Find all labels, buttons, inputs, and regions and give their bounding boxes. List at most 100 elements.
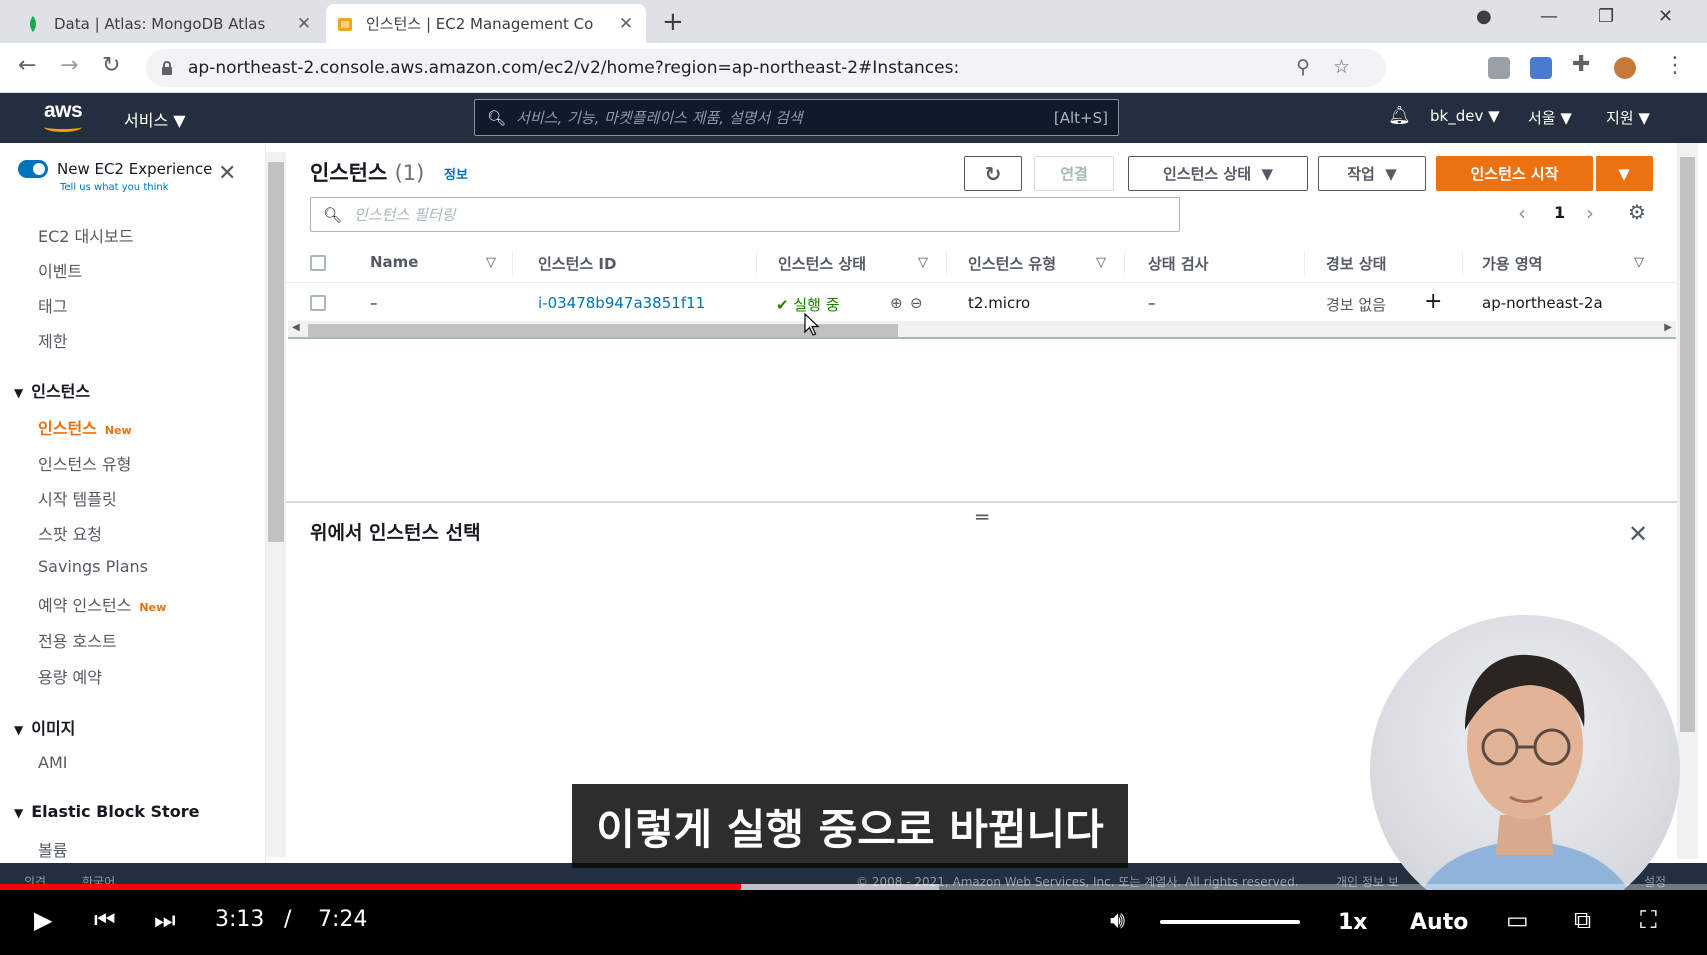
info-link[interactable]: 정보 — [444, 164, 468, 183]
launch-dropdown-button[interactable]: ▼ — [1595, 156, 1653, 191]
column-divider[interactable] — [1124, 251, 1125, 275]
services-menu[interactable]: 서비스 ▼ — [124, 107, 186, 131]
next-page-icon[interactable]: › — [1586, 201, 1594, 225]
new-experience-toggle[interactable] — [18, 160, 48, 178]
sidebar-item-reserved-instances[interactable]: 예약 인스턴스 New — [38, 592, 166, 616]
sidebar-item-launch-templates[interactable]: 시작 템플릿 — [38, 486, 117, 510]
zoom-out-icon[interactable]: ⊖ — [910, 294, 923, 312]
sidebar-item-limits[interactable]: 제한 — [38, 328, 67, 352]
sidebar-item-instance-types[interactable]: 인스턴스 유형 — [38, 451, 131, 475]
instance-state-button[interactable]: 인스턴스 상태 ▼ — [1128, 156, 1308, 191]
feedback-link[interactable]: Tell us what you think — [60, 182, 169, 193]
page-scrollbar[interactable] — [1677, 143, 1698, 859]
sidebar-item-dedicated-hosts[interactable]: 전용 호스트 — [38, 628, 117, 652]
translate-extension-icon[interactable] — [1530, 57, 1552, 79]
column-header-status-check[interactable]: 상태 검사 — [1148, 253, 1208, 274]
tab-close-icon[interactable]: ✕ — [294, 14, 314, 34]
sidebar-close-icon[interactable]: ✕ — [218, 161, 236, 186]
column-header-instance-id[interactable]: 인스턴스 ID — [538, 253, 616, 274]
restore-icon[interactable]: ❐ — [1598, 6, 1614, 27]
scroll-left-icon[interactable]: ◀ — [292, 322, 300, 333]
sidebar-scrollbar[interactable] — [266, 152, 286, 857]
volume-icon[interactable]: 🔊︎ — [1110, 906, 1125, 934]
sort-icon[interactable]: ▽ — [918, 255, 928, 270]
scroll-right-icon[interactable]: ▶ — [1664, 322, 1672, 333]
add-alarm-plus-icon[interactable]: + — [1424, 289, 1442, 314]
column-divider[interactable] — [1462, 251, 1463, 275]
column-header-availability-zone[interactable]: 가용 영역 — [1482, 253, 1542, 274]
window-close-icon[interactable]: ✕ — [1658, 6, 1673, 27]
bell-icon[interactable]: 🔔︎ — [1388, 105, 1411, 126]
back-arrow-icon[interactable]: ← — [18, 53, 36, 78]
sidebar-section-images[interactable]: ▼ 이미지 — [14, 715, 75, 739]
resize-grip-icon[interactable]: ═ — [976, 505, 988, 529]
tab-close-icon[interactable]: ✕ — [616, 14, 636, 34]
instance-filter-input[interactable]: 🔍︎ 인스턴스 필터링 — [310, 197, 1180, 232]
sidebar-item-savings-plans[interactable]: Savings Plans — [38, 557, 148, 576]
column-header-name[interactable]: Name — [370, 253, 418, 271]
sidebar-section-ebs[interactable]: ▼ Elastic Block Store — [14, 802, 199, 821]
region-menu[interactable]: 서울 ▼ — [1528, 107, 1572, 128]
zoom-icon[interactable]: ⚲ — [1296, 56, 1310, 78]
fullscreen-icon[interactable]: ⛶ — [1640, 906, 1657, 934]
playback-speed-button[interactable]: 1x — [1338, 910, 1368, 935]
sidebar-section-instances[interactable]: ▼ 인스턴스 — [14, 378, 90, 402]
select-all-checkbox[interactable] — [310, 255, 326, 271]
row-checkbox[interactable] — [310, 295, 326, 311]
profile-avatar[interactable] — [1614, 57, 1636, 79]
table-row[interactable]: – i-03478b947a3851f11 ✔︎ 실행 중 ⊕ ⊖ t2.mic… — [286, 283, 1677, 323]
sidebar-item-volumes[interactable]: 볼륨 — [38, 837, 67, 861]
reload-icon[interactable]: ↻ — [102, 53, 120, 78]
column-header-instance-type[interactable]: 인스턴스 유형 — [968, 253, 1056, 274]
profile-menu-icon[interactable]: ● — [1476, 6, 1492, 27]
volume-slider[interactable] — [1160, 920, 1300, 924]
scrollbar-thumb[interactable] — [268, 162, 284, 542]
sidebar-item-events[interactable]: 이벤트 — [38, 258, 82, 282]
captions-icon[interactable]: ▭ — [1506, 906, 1529, 934]
sidebar-item-capacity-reservations[interactable]: 용량 예약 — [38, 664, 102, 688]
account-menu[interactable]: bk_dev ▼ — [1430, 107, 1500, 125]
prev-page-icon[interactable]: ‹ — [1518, 201, 1526, 225]
scrollbar-thumb[interactable] — [1680, 157, 1695, 732]
puzzle-extensions-icon[interactable]: ✚ — [1572, 52, 1590, 77]
picture-in-picture-icon[interactable]: ⧉ — [1574, 906, 1591, 934]
quality-button[interactable]: Auto — [1410, 910, 1468, 935]
column-divider[interactable] — [1304, 251, 1305, 275]
aws-logo[interactable]: aws — [44, 99, 83, 132]
tab-mongodb-atlas[interactable]: Data | Atlas: MongoDB Atlas ✕ — [14, 4, 324, 43]
split-panel-divider[interactable] — [286, 501, 1677, 503]
column-divider[interactable] — [512, 251, 513, 275]
minimize-icon[interactable]: — — [1540, 6, 1558, 27]
launch-instances-button[interactable]: 인스턴스 시작 — [1436, 156, 1593, 191]
table-horizontal-scrollbar[interactable]: ◀ ▶ — [288, 321, 1676, 339]
sidebar-item-instances[interactable]: 인스턴스 New — [38, 415, 132, 439]
new-tab-plus-icon[interactable]: + — [662, 8, 684, 36]
tab-ec2-management[interactable]: 인스턴스 | EC2 Management Co ✕ — [326, 4, 646, 43]
sidebar-item-ami[interactable]: AMI — [38, 753, 67, 772]
forward-arrow-icon[interactable]: → — [60, 53, 78, 78]
address-bar[interactable]: ap-northeast-2.console.aws.amazon.com/ec… — [146, 49, 1386, 87]
zoom-in-icon[interactable]: ⊕ — [890, 294, 903, 312]
play-icon[interactable]: ▶ — [34, 906, 52, 934]
column-header-instance-state[interactable]: 인스턴스 상태 — [778, 253, 866, 274]
next-icon[interactable]: ⏭ — [154, 906, 176, 934]
actions-button[interactable]: 작업 ▼ — [1318, 156, 1426, 191]
column-divider[interactable] — [946, 251, 947, 275]
support-menu[interactable]: 지원 ▼ — [1606, 107, 1650, 128]
column-header-alarm-status[interactable]: 경보 상태 — [1326, 253, 1386, 274]
connect-button[interactable]: 연결 — [1034, 156, 1114, 191]
sort-icon[interactable]: ▽ — [486, 255, 496, 270]
settings-gear-icon[interactable]: ⚙ — [1628, 200, 1646, 224]
sidebar-item-dashboard[interactable]: EC2 대시보드 — [38, 223, 133, 247]
code-extension-icon[interactable] — [1488, 57, 1510, 79]
page-number[interactable]: 1 — [1554, 203, 1565, 222]
sort-icon[interactable]: ▽ — [1634, 255, 1644, 270]
sidebar-item-spot-requests[interactable]: 스팟 요청 — [38, 521, 102, 545]
split-panel-close-icon[interactable]: ✕ — [1628, 520, 1648, 548]
sidebar-item-tags[interactable]: 태그 — [38, 293, 67, 317]
cell-instance-id-link[interactable]: i-03478b947a3851f11 — [538, 294, 705, 312]
column-divider[interactable] — [756, 251, 757, 275]
refresh-button[interactable]: ↻ — [964, 156, 1022, 191]
sort-icon[interactable]: ▽ — [1096, 255, 1106, 270]
kebab-menu-icon[interactable]: ⋮ — [1664, 53, 1686, 78]
